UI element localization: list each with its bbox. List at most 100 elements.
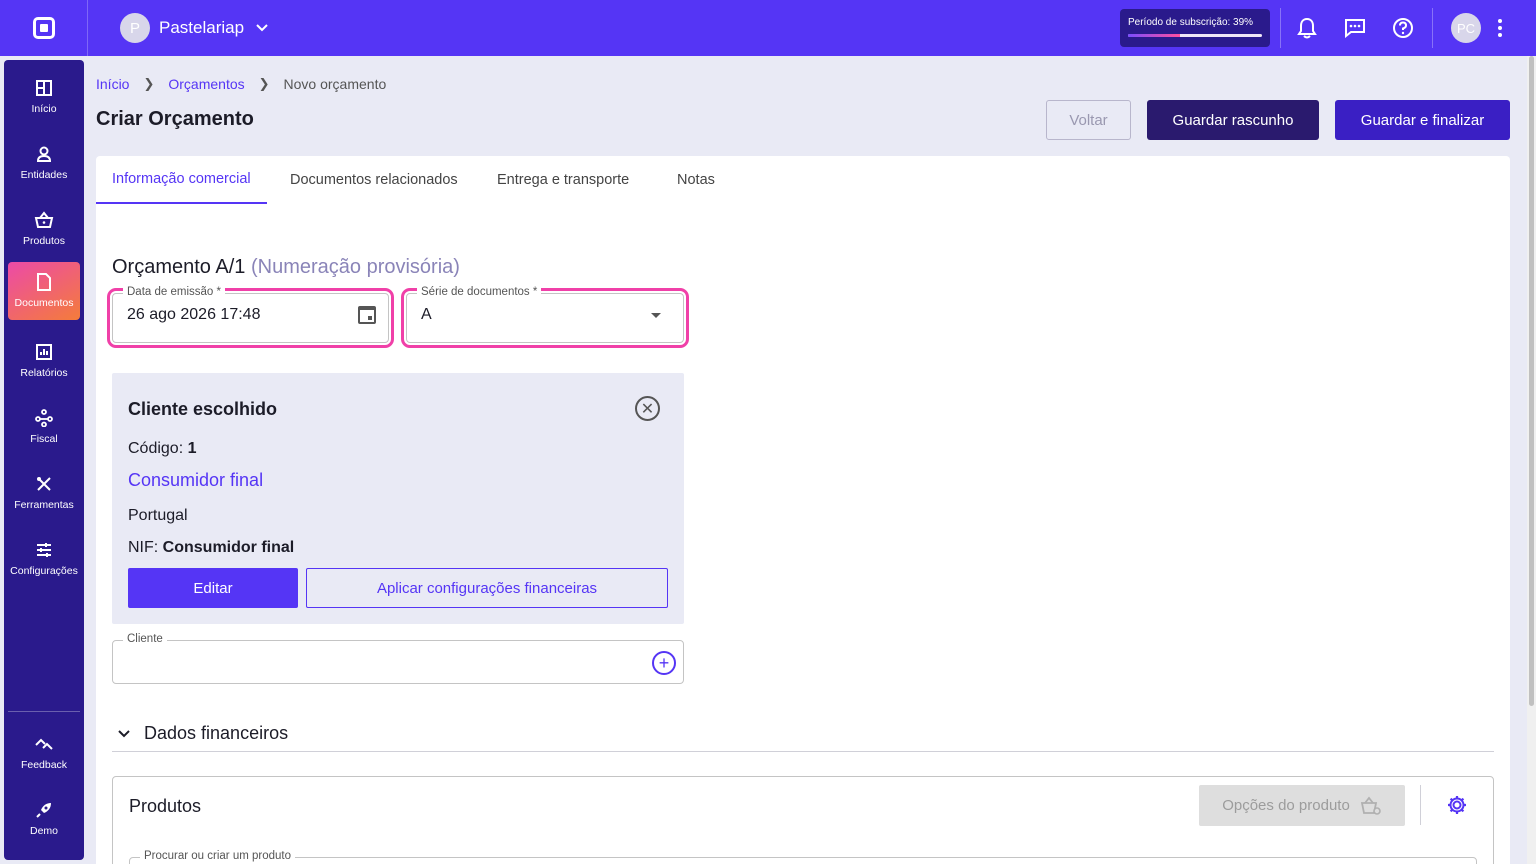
sidebar-item-inicio[interactable]: Início: [8, 68, 80, 126]
close-icon[interactable]: ✕: [635, 396, 660, 421]
page-scrollbar[interactable]: [1527, 56, 1536, 864]
app-logo[interactable]: [0, 0, 88, 56]
issue-date-value: 26 ago 2026 17:48: [127, 306, 261, 323]
sidebar-item-demo[interactable]: Demo: [8, 790, 80, 848]
document-series-select[interactable]: Série de documentos * A: [401, 286, 689, 348]
help-icon[interactable]: [1389, 14, 1417, 42]
document-title: Orçamento A/1 (Numeração provisória): [112, 256, 460, 279]
tab-notas[interactable]: Notas: [677, 156, 715, 204]
product-search-field[interactable]: Procurar ou criar um produto: [129, 850, 1477, 864]
sidebar-item-label: Entidades: [20, 169, 68, 181]
chevron-right-icon: ❯: [258, 76, 270, 91]
subscription-progress-fill: [1128, 34, 1181, 37]
client-nif-label: NIF:: [128, 539, 159, 556]
gear-icon[interactable]: [1446, 794, 1468, 816]
tab-entrega-transporte[interactable]: Entrega e transporte: [497, 156, 629, 204]
breadcrumb-current: Novo orçamento: [283, 76, 387, 92]
product-options-button[interactable]: Opções do produto: [1199, 785, 1405, 826]
client-nif-value: Consumidor final: [162, 539, 295, 556]
more-options-icon[interactable]: [1492, 14, 1508, 42]
edit-client-button[interactable]: Editar: [128, 568, 298, 608]
client-code-value: 1: [187, 440, 197, 457]
issue-date-field[interactable]: Data de emissão * 26 ago 2026 17:48: [107, 286, 394, 348]
client-field-label: Cliente: [123, 633, 167, 645]
chevron-down-icon: [118, 727, 130, 741]
topbar-divider: [1432, 8, 1433, 48]
sidebar-item-label: Produtos: [22, 235, 66, 247]
basket-icon: [34, 211, 54, 228]
tools-icon: [37, 477, 51, 491]
hierarchy-icon: [35, 409, 53, 427]
selected-client-heading: Cliente escolhido: [128, 399, 278, 419]
message-icon[interactable]: [1341, 14, 1369, 42]
products-divider: [1420, 785, 1421, 825]
client-name-link[interactable]: Consumidor final: [128, 470, 263, 491]
subscription-progress-track: [1128, 34, 1262, 37]
sidebar-item-ferramentas[interactable]: Ferramentas: [8, 464, 80, 522]
chevron-down-icon: [256, 21, 268, 35]
dropdown-arrow-icon: [651, 313, 661, 318]
company-name: Pastelariap: [159, 18, 245, 37]
sidebar-item-relatorios[interactable]: Relatórios: [8, 332, 80, 390]
sidebar-item-label: Fiscal: [30, 433, 58, 445]
sidebar-divider: [8, 711, 80, 712]
sidebar-item-documentos[interactable]: Documentos: [8, 262, 80, 320]
main-card: Informação comercial Documentos relacion…: [96, 156, 1510, 864]
add-client-icon[interactable]: +: [652, 651, 676, 675]
product-search-label: Procurar ou criar um produto: [140, 850, 296, 862]
sidebar-item-label: Feedback: [20, 759, 68, 771]
client-search-field[interactable]: Cliente +: [112, 633, 684, 684]
apply-financial-settings-button[interactable]: Aplicar configurações financeiras: [306, 568, 668, 608]
person-icon: [36, 146, 52, 162]
company-avatar: P: [120, 13, 150, 43]
sidebar-item-label: Demo: [29, 825, 58, 837]
tab-documentos-relacionados[interactable]: Documentos relacionados: [290, 156, 458, 204]
save-draft-button[interactable]: Guardar rascunho: [1147, 100, 1319, 140]
subscription-period[interactable]: Período de subscrição: 39%: [1120, 9, 1270, 47]
logo-icon: [32, 17, 55, 39]
grid-icon: [36, 80, 52, 96]
client-code: Código: 1: [128, 440, 197, 458]
report-icon: [36, 344, 52, 360]
sidebar-item-produtos[interactable]: Produtos: [8, 200, 80, 258]
document-series-label: Série de documentos *: [417, 286, 542, 298]
document-icon: [37, 273, 51, 291]
financial-data-label: Dados financeiros: [144, 723, 289, 743]
subscription-label: Período de subscrição: 39%: [1128, 17, 1254, 28]
company-selector[interactable]: P Pastelariap: [120, 13, 268, 43]
sidebar-item-label: Ferramentas: [14, 499, 74, 511]
breadcrumb-home-link[interactable]: Início: [96, 76, 129, 92]
save-finalize-button[interactable]: Guardar e finalizar: [1335, 100, 1510, 140]
sidebar-item-label: Documentos: [14, 297, 74, 309]
sidebar-item-feedback[interactable]: Feedback: [8, 724, 80, 782]
sidebar: Início Entidades Produtos Documentos Rel…: [4, 60, 84, 860]
sidebar-item-entidades[interactable]: Entidades: [8, 134, 80, 192]
sidebar-item-label: Relatórios: [20, 367, 68, 379]
sliders-icon: [37, 543, 51, 557]
tab-informacao-comercial[interactable]: Informação comercial: [96, 156, 267, 204]
selected-client-panel: Cliente escolhido ✕ Código: 1 Consumidor…: [112, 373, 684, 624]
back-button[interactable]: Voltar: [1046, 100, 1131, 140]
financial-data-toggle[interactable]: Dados financeiros: [112, 716, 1494, 752]
topbar-divider: [1280, 8, 1281, 48]
provisional-numbering: (Numeração provisória): [250, 256, 460, 278]
client-nif: NIF: Consumidor final: [128, 539, 294, 557]
scrollbar-thumb[interactable]: [1529, 56, 1534, 706]
basket-settings-icon: [1360, 796, 1381, 815]
client-country: Portugal: [128, 507, 188, 524]
products-panel: Produtos Opções do produto Procurar ou c…: [112, 776, 1494, 864]
sidebar-item-fiscal[interactable]: Fiscal: [8, 398, 80, 456]
breadcrumb-section-link[interactable]: Orçamentos: [168, 76, 244, 92]
issue-date-label: Data de emissão *: [123, 286, 225, 298]
bell-icon[interactable]: [1293, 14, 1321, 42]
user-avatar[interactable]: PC: [1451, 13, 1481, 43]
products-title: Produtos: [129, 796, 202, 816]
client-code-label: Código:: [128, 440, 184, 457]
rocket-icon: [36, 803, 51, 818]
breadcrumb: Início ❯ Orçamentos ❯ Novo orçamento: [96, 76, 386, 92]
calendar-icon[interactable]: [358, 306, 376, 324]
sidebar-item-configuracoes[interactable]: Configurações: [8, 530, 80, 588]
page-title: Criar Orçamento: [96, 108, 254, 130]
sidebar-item-label: Configurações: [10, 565, 78, 577]
product-options-label: Opções do produto: [1222, 797, 1350, 814]
